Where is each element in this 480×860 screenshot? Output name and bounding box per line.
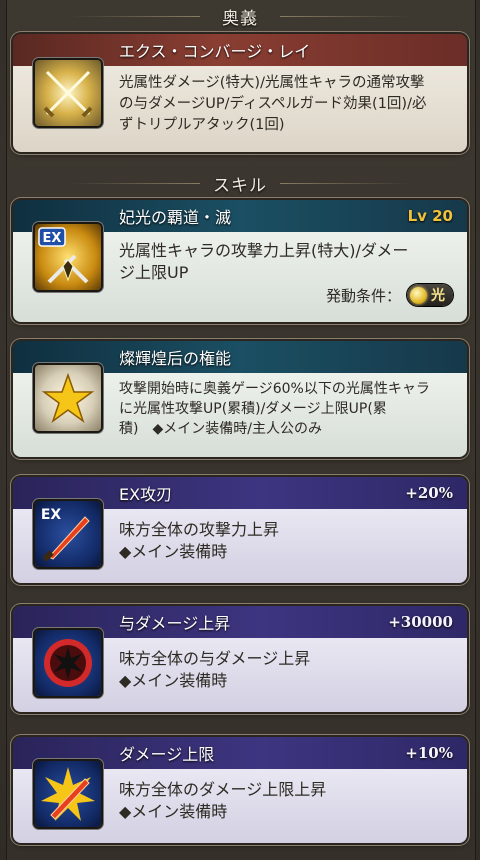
blade-limit-icon (35, 761, 101, 827)
svg-text:EX: EX (41, 507, 62, 523)
skill-1-level: Lv 20 (407, 207, 453, 225)
support-1-description: 味方全体の攻撃力上昇 ◆メイン装備時 (119, 519, 455, 563)
ougi-name: エクス・コンバージ・レイ (119, 42, 311, 61)
skill-1-name: 妃光の覇道・滅 (119, 208, 232, 227)
ougi-card[interactable]: エクス・コンバージ・レイ 光属性ダメージ(特大)/光属性キャラの通常攻撃 の与ダ… (13, 34, 467, 152)
skill-card-1[interactable]: 妃光の覇道・滅 Lv 20 光属性キャラの攻撃力上昇(特大)/ダメー ジ上限UP… (13, 200, 467, 322)
burst-icon (35, 630, 101, 696)
support-2-desc-line: 味方全体の与ダメージ上昇 (119, 649, 311, 668)
skill-2-desc-line: に光属性攻撃UP(累積)/ダメージ上限UP(累 (119, 401, 387, 417)
support-2-desc-line: ◆メイン装備時 (119, 671, 228, 690)
skill-1-desc-line: 光属性キャラの攻撃力上昇(特大)/ダメー (119, 241, 409, 260)
skill-section-title: スキル (213, 175, 267, 196)
light-orb-icon (410, 286, 427, 304)
skill-2-desc-line: 積) ◆メイン装備時/主人公のみ (119, 421, 322, 437)
support-3-desc-line: 味方全体のダメージ上限上昇 (119, 780, 327, 799)
ougi-section-title: 奥義 (222, 8, 258, 29)
support-3-desc-line: ◆メイン装備時 (119, 802, 228, 821)
support-2-value: +30000 (388, 613, 453, 631)
star-icon (35, 365, 101, 431)
support-1-desc-line: ◆メイン装備時 (119, 542, 228, 561)
support-2-name: 与ダメージ上昇 (119, 614, 231, 633)
skill-card-2[interactable]: 燦輝煌后の権能 攻撃開始時に奥義ゲージ60%以下の光属性キャラ に光属性攻撃UP… (13, 341, 467, 457)
activation-condition: 発動条件： 光 (326, 284, 453, 306)
ougi-desc-line: ずトリプルアタック(1回) (119, 117, 285, 133)
support-card-ex-attack[interactable]: EX攻刃 +20% 味方全体の攻撃力上昇 ◆メイン装備時 EX (13, 477, 467, 583)
support-1-desc-line: 味方全体の攻撃力上昇 (119, 520, 280, 539)
ex-blade-icon: EX (35, 501, 101, 567)
support-1-name: EX攻刃 (119, 485, 173, 504)
ougi-desc-line: 光属性ダメージ(特大)/光属性キャラの通常攻撃 (119, 75, 425, 91)
skill-2-desc-line: 攻撃開始時に奥義ゲージ60%以下の光属性キャラ (119, 381, 430, 397)
ougi-desc-line: の与ダメージUP/ディスペルガード効果(1回)/必 (119, 96, 427, 112)
ougi-description: 光属性ダメージ(特大)/光属性キャラの通常攻撃 の与ダメージUP/ディスペルガー… (119, 73, 455, 136)
support-3-name: ダメージ上限 (119, 745, 215, 764)
support-card-damage-up[interactable]: 与ダメージ上昇 +30000 味方全体の与ダメージ上昇 ◆メイン装備時 (13, 606, 467, 712)
condition-value: 光 (431, 288, 445, 304)
support-3-description: 味方全体のダメージ上限上昇 ◆メイン装備時 (119, 779, 455, 823)
light-element-badge: 光 (407, 284, 453, 306)
support-3-value: +10% (405, 744, 453, 762)
skill-2-name: 燦輝煌后の権能 (119, 349, 232, 368)
support-1-value: +20% (405, 484, 453, 502)
crossed-swords-icon (35, 60, 101, 126)
skill-1-description: 光属性キャラの攻撃力上昇(特大)/ダメー ジ上限UP (119, 240, 455, 284)
skill-2-description: 攻撃開始時に奥義ゲージ60%以下の光属性キャラ に光属性攻撃UP(累積)/ダメー… (119, 379, 455, 439)
svg-text:EX: EX (43, 231, 62, 246)
skill-1-desc-line: ジ上限UP (119, 263, 189, 282)
support-card-damage-cap[interactable]: ダメージ上限 +10% 味方全体のダメージ上限上昇 ◆メイン装備時 (13, 737, 467, 843)
condition-label: 発動条件： (325, 286, 401, 305)
ougi-section-header: 奥義 (0, 2, 480, 30)
skill-section-header: スキル (0, 169, 480, 197)
support-2-description: 味方全体の与ダメージ上昇 ◆メイン装備時 (119, 648, 455, 692)
ex-swords-icon: EX (35, 224, 101, 290)
